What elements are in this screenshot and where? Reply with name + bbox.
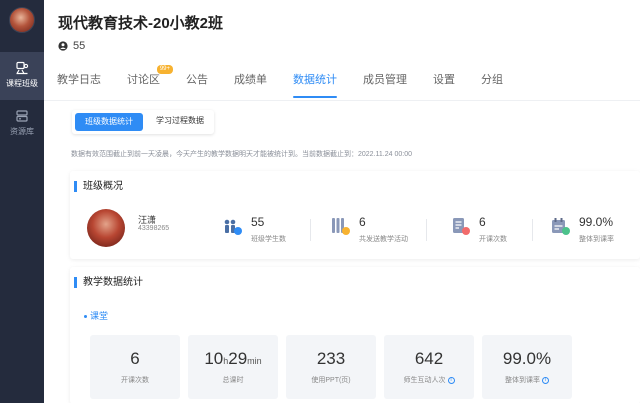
box-value: 99.0% <box>502 349 552 368</box>
tab-gradebook[interactable]: 成绩单 <box>221 70 280 100</box>
box-value: 6 <box>130 349 140 368</box>
teacher-id: 43398265 <box>138 225 170 232</box>
tab-label: 分组 <box>481 74 503 86</box>
tab-label: 成绩单 <box>234 74 267 86</box>
tab-teaching-log[interactable]: 教学日志 <box>44 70 114 100</box>
section-dot <box>84 315 87 319</box>
main-tabs: 教学日志 讨论区 99+ 公告 成绩单 数据统计 成员管理 设置 分组 <box>44 65 516 100</box>
sidebar-item-label: 资源库 <box>10 127 34 136</box>
section-classroom: 课堂 <box>84 309 108 322</box>
box-ppt-pages: 233 使用PPT(页) <box>286 335 376 399</box>
sidebar-item-library[interactable]: 资源库 <box>0 100 44 148</box>
activity-icon <box>332 218 350 235</box>
library-icon <box>16 110 28 122</box>
box-interactions: 642 师生互动人次 i <box>384 335 474 399</box>
user-icon <box>58 41 68 51</box>
stat-value: 55 <box>251 215 265 229</box>
tab-members[interactable]: 成员管理 <box>350 70 420 100</box>
tab-label: 数据统计 <box>293 74 337 86</box>
stat-label: 班级学生数 <box>251 236 286 243</box>
tab-label: 成员管理 <box>363 74 407 86</box>
teaching-data-card: 教学数据统计 课堂 6 开课次数 10h29min 总课时 233 使用PPT(… <box>70 267 640 403</box>
attendance-icon <box>552 218 570 235</box>
box-label: 开课次数 <box>121 377 149 384</box>
divider <box>532 219 533 241</box>
sidebar-item-label: 课程班级 <box>6 79 38 88</box>
tab-label: 公告 <box>186 74 208 86</box>
stat-label: 共发送教学活动 <box>359 236 408 243</box>
overview-title: 班级概况 <box>74 181 123 192</box>
box-label: 师生互动人次 i <box>384 375 474 385</box>
info-icon[interactable]: i <box>447 376 455 384</box>
class-overview-card: 班级概况 汪潇 43398265 55 班级学生数 6 共发送教学活动 6 开课… <box>70 171 640 259</box>
tab-discussion[interactable]: 讨论区 99+ <box>114 65 173 100</box>
minutes-value: 29 <box>228 349 248 368</box>
sidebar: 课程班级 资源库 <box>0 0 44 403</box>
tab-announcement[interactable]: 公告 <box>173 70 221 100</box>
class-icon <box>16 61 29 75</box>
tab-groups[interactable]: 分组 <box>468 70 516 100</box>
statistics-content: 班级数据统计 学习过程数据 数据有效范围截止到前一天凌晨，今天产生的教学数据明天… <box>44 100 640 403</box>
box-label: 整体到课率 i <box>482 375 572 385</box>
box-label: 使用PPT(页) <box>311 377 351 384</box>
page-title: 现代教育技术-20小教2班 <box>58 15 224 32</box>
teacher-avatar <box>87 209 125 247</box>
discussion-badge: 99+ <box>156 65 173 74</box>
lesson-icon <box>453 218 470 235</box>
stat-value: 6 <box>359 215 366 229</box>
minutes-unit: min <box>247 356 262 366</box>
box-label-text: 整体到课率 <box>505 377 540 384</box>
box-total-hours: 10h29min 总课时 <box>188 335 278 399</box>
tab-settings[interactable]: 设置 <box>420 70 468 100</box>
section-label: 课堂 <box>90 311 109 321</box>
box-value: 233 <box>316 349 346 368</box>
subtab-learning-process[interactable]: 学习过程数据 <box>146 110 214 132</box>
box-value: 642 <box>414 349 444 368</box>
data-notice: 数据有效范围截止到前一天凌晨，今天产生的教学数据明天才能被统计到。当前数据截止到… <box>71 151 412 158</box>
member-count-value: 55 <box>73 40 86 52</box>
sidebar-item-classes[interactable]: 课程班级 <box>0 52 44 100</box>
box-attendance-rate: 99.0% 整体到课率 i <box>482 335 572 399</box>
box-label-text: 师生互动人次 <box>403 377 446 384</box>
stat-value: 6 <box>479 215 486 229</box>
user-avatar[interactable] <box>9 7 35 33</box>
subtab-class-stats[interactable]: 班级数据统计 <box>75 113 143 131</box>
stat-label: 开课次数 <box>479 236 507 243</box>
box-lesson-count: 6 开课次数 <box>90 335 180 399</box>
tab-label: 教学日志 <box>57 74 101 86</box>
box-value: 10h29min <box>188 349 278 369</box>
teaching-title: 教学数据统计 <box>74 277 143 288</box>
tab-statistics[interactable]: 数据统计 <box>280 70 350 100</box>
class-header: 现代教育技术-20小教2班 55 教学日志 讨论区 99+ 公告 成绩单 数据统计… <box>44 0 640 100</box>
stat-subtabs: 班级数据统计 学习过程数据 <box>72 110 214 134</box>
stat-label: 整体到课率 <box>579 236 614 243</box>
member-count[interactable]: 55 <box>58 40 85 52</box>
hours-value: 10 <box>204 349 224 368</box>
tab-label: 讨论区 <box>127 74 160 86</box>
students-icon <box>224 219 242 235</box>
divider <box>310 219 311 241</box>
box-label: 总课时 <box>222 377 244 384</box>
info-icon[interactable]: i <box>542 376 549 384</box>
tab-label: 设置 <box>433 74 455 86</box>
stat-value: 99.0% <box>579 215 614 229</box>
divider <box>426 219 427 241</box>
